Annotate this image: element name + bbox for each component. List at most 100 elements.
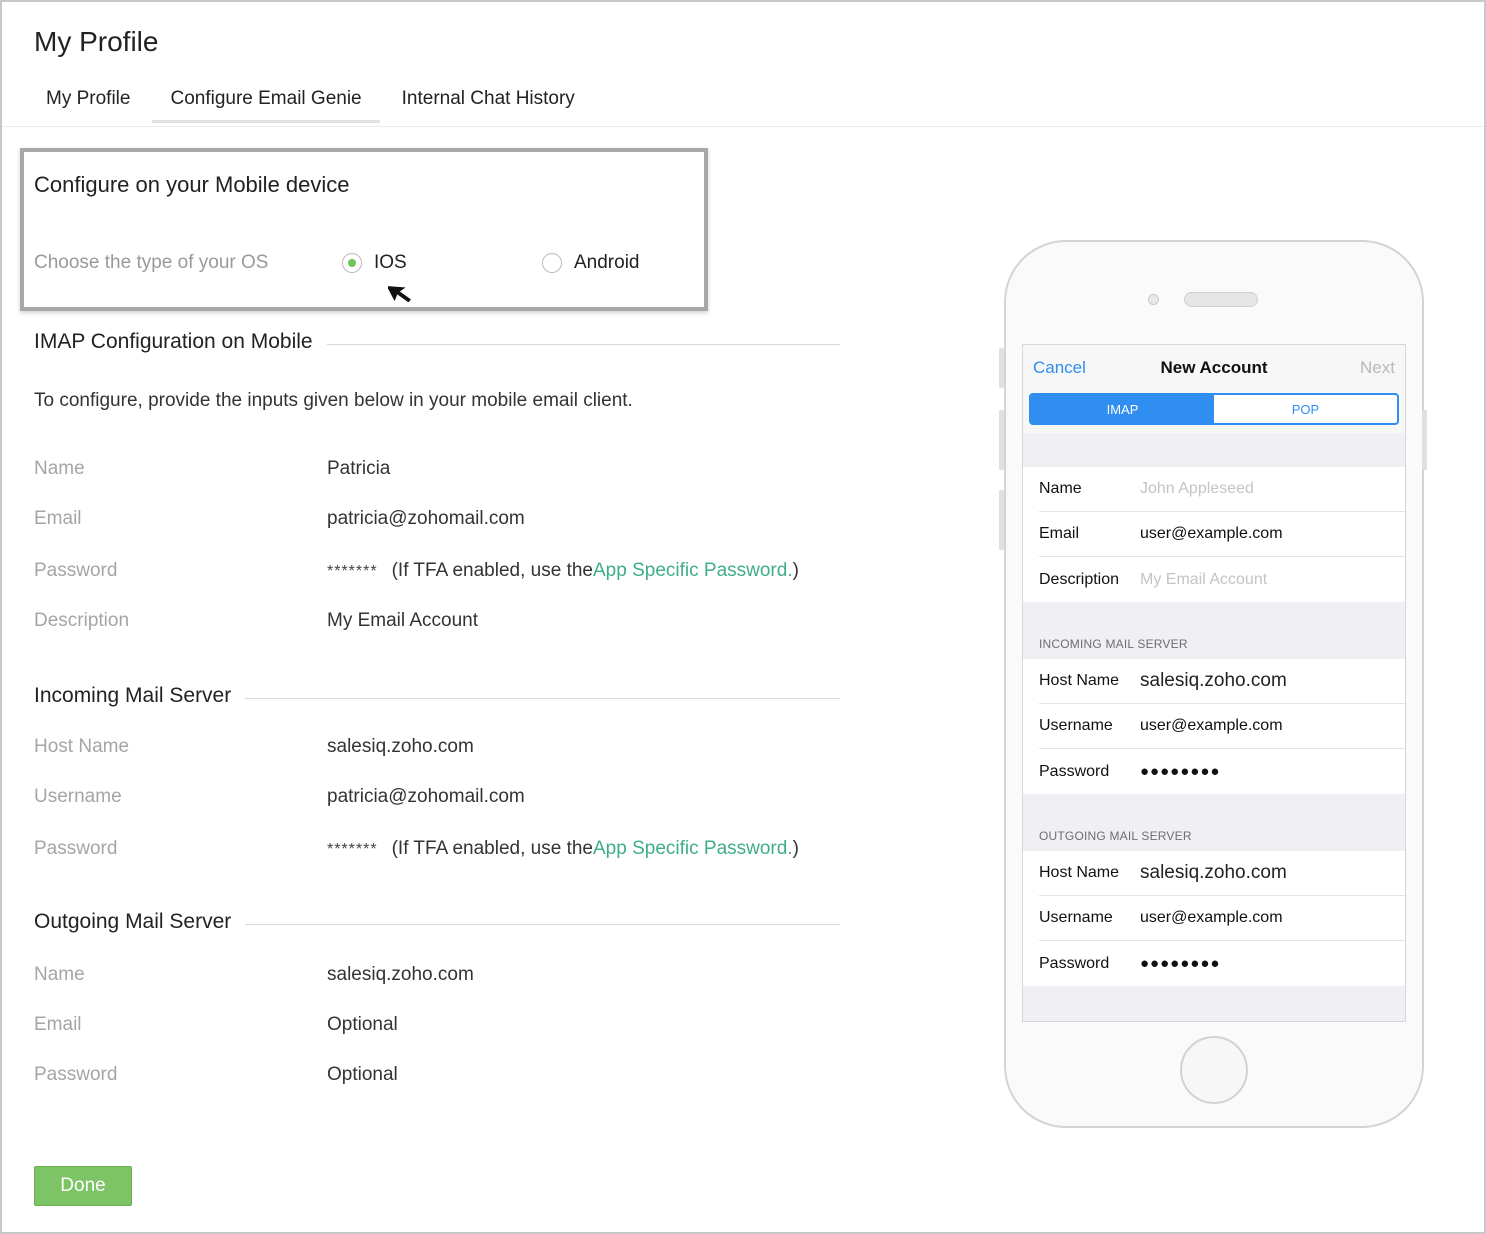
imap-section-heading: IMAP Configuration on Mobile bbox=[34, 330, 840, 354]
phone-speaker bbox=[1184, 292, 1258, 307]
os-panel-title: Configure on your Mobile device bbox=[34, 172, 350, 197]
phone-incoming-caption: INCOMING MAIL SERVER bbox=[1039, 637, 1188, 651]
field-value: Optional bbox=[327, 1064, 398, 1085]
tab-my-profile[interactable]: My Profile bbox=[28, 84, 148, 123]
segment-imap[interactable]: IMAP bbox=[1031, 395, 1214, 423]
phone-field-label: Host Name bbox=[1039, 864, 1120, 881]
field-label: Password bbox=[34, 838, 118, 859]
radio-android[interactable]: Android bbox=[542, 252, 640, 274]
imap-intro-text: To configure, provide the inputs given b… bbox=[34, 390, 633, 411]
phone-nav-title: New Account bbox=[1160, 358, 1268, 377]
field-label: Description bbox=[34, 610, 130, 631]
tfa-note: (If TFA enabled, use the bbox=[391, 838, 593, 859]
phone-field-value: user@example.com bbox=[1140, 717, 1283, 734]
section-divider bbox=[326, 343, 840, 345]
phone-camera-icon bbox=[1148, 294, 1159, 305]
phone-row-host[interactable]: Host Name salesiq.zoho.com bbox=[1039, 659, 1405, 704]
field-label: Password bbox=[34, 1064, 118, 1085]
phone-row-password[interactable]: Password ●●●●●●●● bbox=[1039, 749, 1405, 794]
phone-field-value: salesiq.zoho.com bbox=[1140, 670, 1287, 691]
field-label: Name bbox=[34, 964, 85, 985]
phone-volume-up bbox=[999, 410, 1004, 470]
tfa-note-end: ) bbox=[792, 560, 799, 581]
phone-field-label: Description bbox=[1039, 570, 1120, 588]
field-label: Host Name bbox=[34, 736, 130, 757]
app-specific-password-link[interactable]: App Specific Password. bbox=[593, 838, 793, 860]
phone-field-label: Name bbox=[1039, 480, 1082, 497]
phone-screen: Cancel New Account Next IMAP POP Name Jo… bbox=[1022, 344, 1406, 1022]
field-value: salesiq.zoho.com bbox=[327, 964, 474, 985]
phone-outgoing-caption: OUTGOING MAIL SERVER bbox=[1039, 829, 1192, 843]
phone-row-description[interactable]: Description My Email Account bbox=[1039, 557, 1405, 602]
phone-field-label: Password bbox=[1039, 762, 1110, 780]
section-divider bbox=[245, 923, 840, 925]
field-value: salesiq.zoho.com bbox=[327, 736, 474, 757]
imap-row-name: Name Patricia bbox=[34, 458, 390, 480]
tfa-note-end: ) bbox=[792, 838, 799, 859]
field-value: patricia@zohomail.com bbox=[327, 786, 525, 807]
phone-field-value: ●●●●●●●● bbox=[1140, 955, 1221, 972]
phone-field-label: Password bbox=[1039, 954, 1110, 972]
protocol-segmented-control: IMAP POP bbox=[1029, 393, 1399, 425]
phone-field-value: John Appleseed bbox=[1140, 480, 1254, 497]
radio-ios[interactable]: IOS bbox=[342, 252, 407, 274]
radio-ios-label: IOS bbox=[374, 252, 407, 273]
incoming-heading-text: Incoming Mail Server bbox=[34, 684, 232, 707]
incoming-row-host: Host Name salesiq.zoho.com bbox=[34, 736, 474, 758]
phone-row-name[interactable]: Name John Appleseed bbox=[1039, 467, 1405, 512]
app-specific-password-link[interactable]: App Specific Password. bbox=[593, 560, 793, 582]
radio-selected-icon[interactable] bbox=[342, 253, 362, 273]
tab-configure-email-genie[interactable]: Configure Email Genie bbox=[152, 84, 380, 123]
phone-field-label: Email bbox=[1039, 525, 1080, 542]
phone-outgoing-group: Host Name salesiq.zoho.com Username user… bbox=[1023, 851, 1405, 986]
os-type-label: Choose the type of your OS bbox=[34, 252, 269, 273]
phone-incoming-group: Host Name salesiq.zoho.com Username user… bbox=[1023, 659, 1405, 794]
mouse-pointer-icon bbox=[388, 284, 414, 305]
done-button[interactable]: Done bbox=[34, 1166, 132, 1206]
phone-field-value: My Email Account bbox=[1140, 570, 1268, 588]
phone-next-button[interactable]: Next bbox=[1360, 358, 1395, 378]
tfa-note: (If TFA enabled, use the bbox=[391, 560, 593, 581]
phone-account-group: Name John Appleseed Email user@example.c… bbox=[1023, 467, 1405, 602]
tabs-divider bbox=[2, 126, 1484, 127]
phone-volume-down bbox=[999, 490, 1004, 550]
section-divider bbox=[245, 697, 840, 699]
field-label: Email bbox=[34, 1014, 82, 1035]
page-title: My Profile bbox=[34, 26, 159, 57]
phone-row-email[interactable]: Email user@example.com bbox=[1039, 512, 1405, 557]
imap-row-email: Email patricia@zohomail.com bbox=[34, 508, 525, 530]
field-value: patricia@zohomail.com bbox=[327, 508, 525, 529]
phone-nav-bar: Cancel New Account Next bbox=[1023, 345, 1405, 389]
tab-internal-chat-history[interactable]: Internal Chat History bbox=[384, 84, 593, 123]
phone-mute-switch bbox=[999, 348, 1004, 388]
outgoing-row-name: Name salesiq.zoho.com bbox=[34, 964, 474, 986]
os-selection-panel: Configure on your Mobile device Choose t… bbox=[20, 148, 708, 311]
outgoing-row-password: Password Optional bbox=[34, 1064, 398, 1086]
field-value: Optional bbox=[327, 1014, 398, 1035]
masked-password: ******* bbox=[327, 563, 378, 580]
imap-heading-text: IMAP Configuration on Mobile bbox=[34, 330, 313, 353]
imap-row-description: Description My Email Account bbox=[34, 610, 478, 632]
imap-row-password: Password ******* (If TFA enabled, use th… bbox=[34, 560, 799, 582]
field-label: Username bbox=[34, 786, 122, 807]
phone-row-username[interactable]: Username user@example.com bbox=[1039, 704, 1405, 749]
phone-field-label: Username bbox=[1039, 909, 1113, 926]
masked-password: ******* bbox=[327, 841, 378, 858]
segment-pop[interactable]: POP bbox=[1214, 395, 1397, 423]
phone-field-value: ●●●●●●●● bbox=[1140, 763, 1221, 780]
phone-power-button bbox=[1422, 410, 1427, 470]
incoming-row-password: Password ******* (If TFA enabled, use th… bbox=[34, 838, 799, 860]
phone-row-host[interactable]: Host Name salesiq.zoho.com bbox=[1039, 851, 1405, 896]
field-label: Email bbox=[34, 508, 82, 529]
field-label: Password bbox=[34, 560, 118, 581]
incoming-section-heading: Incoming Mail Server bbox=[34, 684, 840, 708]
phone-row-password[interactable]: Password ●●●●●●●● bbox=[1039, 941, 1405, 986]
phone-field-label: Username bbox=[1039, 717, 1113, 734]
radio-unselected-icon[interactable] bbox=[542, 253, 562, 273]
phone-field-value: salesiq.zoho.com bbox=[1140, 862, 1287, 883]
phone-field-value: user@example.com bbox=[1140, 909, 1283, 926]
phone-row-username[interactable]: Username user@example.com bbox=[1039, 896, 1405, 941]
radio-android-label: Android bbox=[574, 252, 640, 273]
phone-field-label: Host Name bbox=[1039, 672, 1120, 689]
field-value: My Email Account bbox=[327, 610, 478, 631]
